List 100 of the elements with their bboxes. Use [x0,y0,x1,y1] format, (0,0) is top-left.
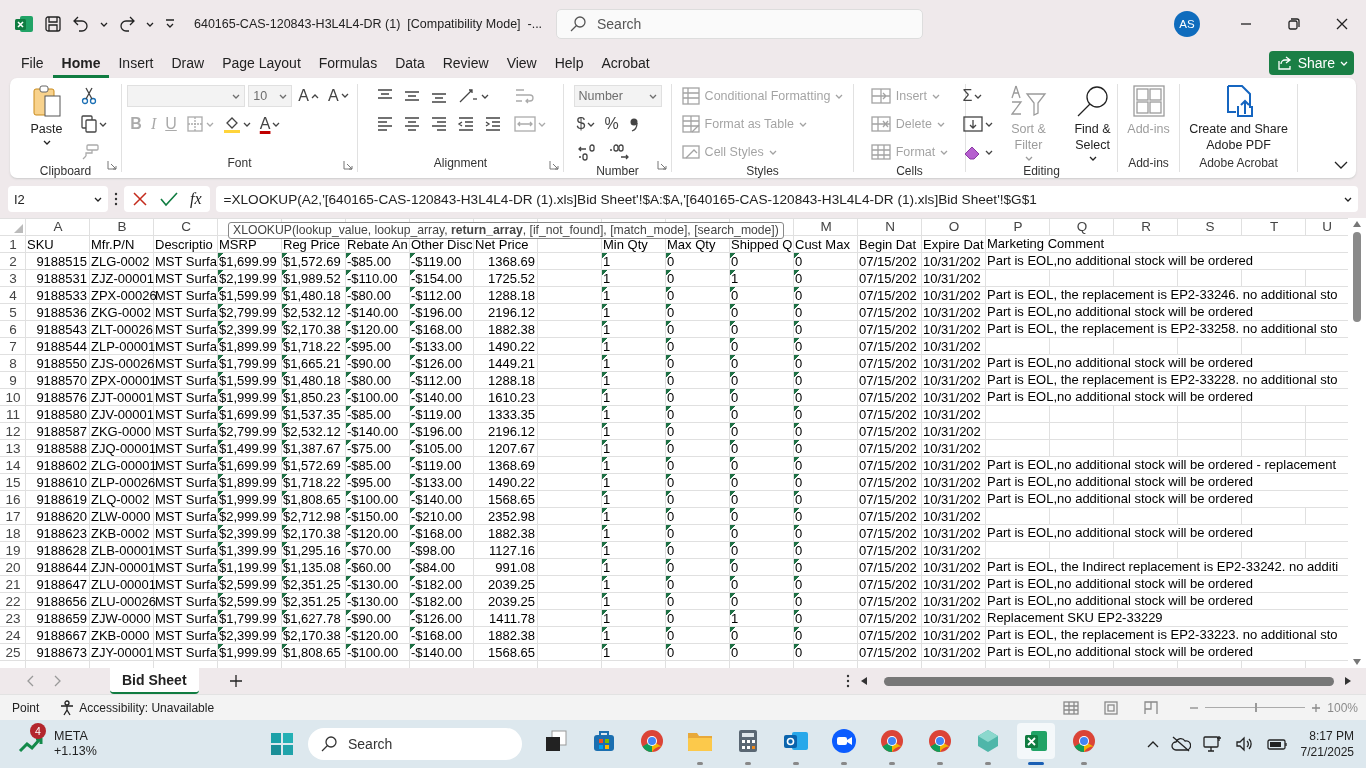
taskbar-search[interactable]: Search [308,728,522,760]
row-header[interactable]: 19 [5,542,21,559]
column-header[interactable]: R [1141,218,1151,236]
menu-tab[interactable]: Insert [109,51,163,78]
save-icon[interactable] [44,15,62,33]
row-header[interactable]: 16 [5,491,21,508]
row-header[interactable]: 1 [9,236,17,253]
row-header[interactable]: 21 [5,576,21,593]
caret-icon[interactable] [100,21,108,27]
currency-button[interactable]: $ [573,113,599,135]
close-icon[interactable] [1336,18,1348,30]
column-header[interactable]: A [53,218,63,236]
percent-button[interactable]: % [601,113,622,135]
row-header[interactable]: 10 [5,389,21,406]
share-button[interactable]: Share [1268,51,1354,75]
row-header[interactable]: 7 [9,338,17,355]
align-center-icon[interactable] [402,115,421,133]
row-header[interactable]: 18 [5,525,21,542]
battery-icon[interactable] [1266,737,1289,751]
find-button[interactable]: Find & Select [1061,84,1124,161]
page-layout-icon[interactable] [1103,700,1120,715]
cloud-off-icon[interactable] [1170,736,1191,752]
menu-tab[interactable]: Formulas [309,51,387,78]
menu-tab[interactable]: Acrobat [592,51,659,78]
dialog-launcher-icon[interactable] [343,160,353,170]
dialog-launcher-icon[interactable] [657,160,667,170]
insert-function-button[interactable]: fx [190,190,202,208]
row-header[interactable]: 8 [9,355,17,372]
add-sheet-icon[interactable] [228,674,243,688]
accessibility-status[interactable]: Accessibility: Unavailable [59,699,215,716]
zoom-in-icon[interactable] [1311,702,1322,713]
menu-tab[interactable]: Data [386,51,434,78]
menu-tab[interactable]: Help [545,51,593,78]
autosum-button[interactable]: Σ [959,85,986,107]
row-header[interactable]: 22 [5,593,21,610]
column-header[interactable]: B [117,218,127,236]
redo-icon[interactable] [118,15,136,33]
customize-icon[interactable] [164,18,176,30]
font-color-button[interactable]: A [256,113,284,135]
align-right-icon[interactable] [429,115,448,133]
normal-view-icon[interactable] [1063,700,1080,715]
shrink-button[interactable]: A [325,85,352,107]
menu-tab[interactable]: Draw [162,51,214,78]
column-header[interactable]: M [820,218,832,236]
row-header[interactable]: 2 [9,253,17,270]
clock-date[interactable]: 7/21/2025 [1300,744,1354,760]
collapse-ribbon-icon[interactable] [1334,160,1348,170]
scroll-thumb[interactable] [884,676,1334,686]
cancel-icon[interactable] [132,191,148,207]
dialog-launcher-icon[interactable] [549,160,559,170]
paste-button[interactable]: Paste [21,84,72,145]
scroll-down-icon[interactable] [1352,658,1362,666]
name-box[interactable]: I2 [8,186,108,212]
more-icon[interactable] [114,192,118,206]
enter-icon[interactable] [160,191,178,207]
row-header[interactable]: 6 [9,321,17,338]
account-avatar[interactable]: AS [1174,11,1200,37]
row-header[interactable]: 25 [5,644,21,661]
decrease-indent-icon[interactable] [456,115,475,133]
scroll-up-icon[interactable] [1352,220,1362,228]
page-break-icon[interactable] [1143,700,1160,715]
row-header[interactable]: 9 [9,372,17,389]
menu-tab[interactable]: Page Layout [213,51,310,78]
column-header[interactable]: O [948,218,960,236]
menu-tab[interactable]: View [497,51,546,78]
column-header[interactable]: U [1322,218,1332,236]
decrease-decimal-icon[interactable] [607,143,630,161]
increase-indent-icon[interactable] [483,115,502,133]
row-header[interactable]: 15 [5,474,21,491]
scissors-icon[interactable] [80,87,97,105]
volume-icon[interactable] [1234,736,1255,752]
menu-tab[interactable]: File [12,51,53,78]
network-icon[interactable] [1202,735,1223,753]
row-header[interactable]: 14 [5,457,21,474]
align-left-icon[interactable] [375,115,394,133]
column-header[interactable]: T [1269,218,1279,236]
row-header[interactable]: 12 [5,423,21,440]
start-icon[interactable] [270,732,294,756]
slider-thumb[interactable] [1255,703,1258,712]
column-header[interactable]: C [181,218,191,236]
chevron-up-icon[interactable] [1146,740,1159,748]
row-header[interactable]: 17 [5,508,21,525]
row-header[interactable]: 3 [9,270,17,287]
expand-icon[interactable] [1344,196,1352,202]
scroll-left-icon[interactable] [860,676,868,686]
column-header[interactable]: Q [1076,218,1088,236]
clock-time[interactable]: 8:17 PM [1309,728,1354,744]
row-header[interactable]: 5 [9,304,17,321]
pdf-button[interactable]: Create and Share Adobe PDF [1180,84,1297,153]
more-icon[interactable] [846,674,850,688]
column-header[interactable]: S [1205,218,1215,236]
undo-icon[interactable] [72,15,90,33]
restore-icon[interactable] [1288,18,1300,30]
row-header[interactable]: 23 [5,610,21,627]
scroll-thumb[interactable] [1353,232,1361,322]
row-header[interactable]: 11 [6,406,20,423]
formula-field[interactable]: =XLOOKUP(A2,'[640165-CAS-120843-H3L4L4-DR (1).xls]Bid Sheet'!$A:$A,'[640165-CAS-120843-H3L4L4-DR (1).xls]Bid Sheet'!$G$1 [215,186,1358,212]
row-header[interactable]: 4 [9,287,17,304]
row-header[interactable]: 13 [5,440,21,457]
row-header[interactable]: 20 [5,559,21,576]
